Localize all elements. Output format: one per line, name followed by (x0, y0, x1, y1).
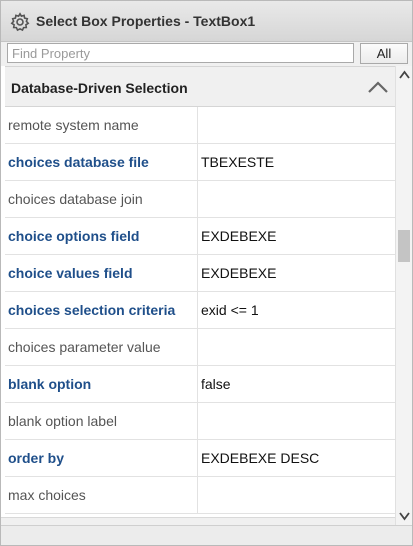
property-value[interactable]: exid <= 1 (201, 292, 391, 329)
property-name: choices parameter value (5, 329, 198, 366)
panel-title: Select Box Properties - TextBox1 (36, 13, 256, 29)
scroll-down-arrow-icon[interactable] (398, 509, 411, 523)
property-name: choices database join (5, 181, 198, 218)
property-row[interactable]: choices database file TBEXESTE (5, 144, 395, 181)
property-row[interactable]: choice values field EXDEBEXE (5, 255, 395, 292)
property-row[interactable]: choices database join (5, 181, 395, 218)
property-row[interactable]: blank option false (5, 366, 395, 403)
property-row[interactable]: blank option label (5, 403, 395, 440)
property-value[interactable] (201, 329, 391, 366)
property-value[interactable]: EXDEBEXE (201, 255, 391, 292)
property-rows: remote system name choices database file T… (5, 107, 395, 514)
chevron-up-icon[interactable] (367, 79, 389, 95)
property-row[interactable]: choice options field EXDEBEXE (5, 218, 395, 255)
property-name: choices selection criteria (5, 292, 198, 329)
property-value[interactable]: false (201, 366, 391, 403)
property-value[interactable]: EXDEBEXE (201, 218, 391, 255)
panel-footer (1, 525, 412, 545)
property-value[interactable] (201, 477, 391, 514)
property-name: order by (5, 440, 198, 477)
property-name: choice options field (5, 218, 198, 255)
search-bar: All (1, 42, 412, 66)
property-name: blank option label (5, 403, 198, 440)
property-row[interactable]: choices selection criteria exid <= 1 (5, 292, 395, 329)
property-value[interactable]: EXDEBEXE DESC (201, 440, 391, 477)
all-button[interactable]: All (360, 43, 408, 64)
property-name: choices database file (5, 144, 198, 181)
gear-icon (10, 12, 30, 32)
panel-titlebar: Select Box Properties - TextBox1 (1, 1, 412, 42)
property-name: blank option (5, 366, 198, 403)
section-header[interactable]: Database-Driven Selection (5, 66, 395, 107)
property-name: choice values field (5, 255, 198, 292)
property-value[interactable] (201, 107, 391, 144)
scroll-up-arrow-icon[interactable] (398, 68, 411, 82)
property-row[interactable]: choices parameter value (5, 329, 395, 366)
property-value[interactable] (201, 181, 391, 218)
property-name: remote system name (5, 107, 198, 144)
vertical-scrollbar[interactable] (395, 66, 412, 525)
property-row[interactable]: max choices (5, 477, 395, 514)
property-value[interactable] (201, 403, 391, 440)
scrollbar-thumb[interactable] (398, 230, 410, 262)
property-name: max choices (5, 477, 198, 514)
property-list: Database-Driven Selection remote system … (1, 66, 395, 517)
property-panel: Select Box Properties - TextBox1 All Dat… (0, 0, 413, 546)
horizontal-scrollbar[interactable] (1, 517, 395, 525)
property-row[interactable]: order by EXDEBEXE DESC (5, 440, 395, 477)
section-title: Database-Driven Selection (11, 80, 188, 96)
property-row[interactable]: remote system name (5, 107, 395, 144)
property-value[interactable]: TBEXESTE (201, 144, 391, 181)
find-property-input[interactable] (7, 43, 354, 63)
